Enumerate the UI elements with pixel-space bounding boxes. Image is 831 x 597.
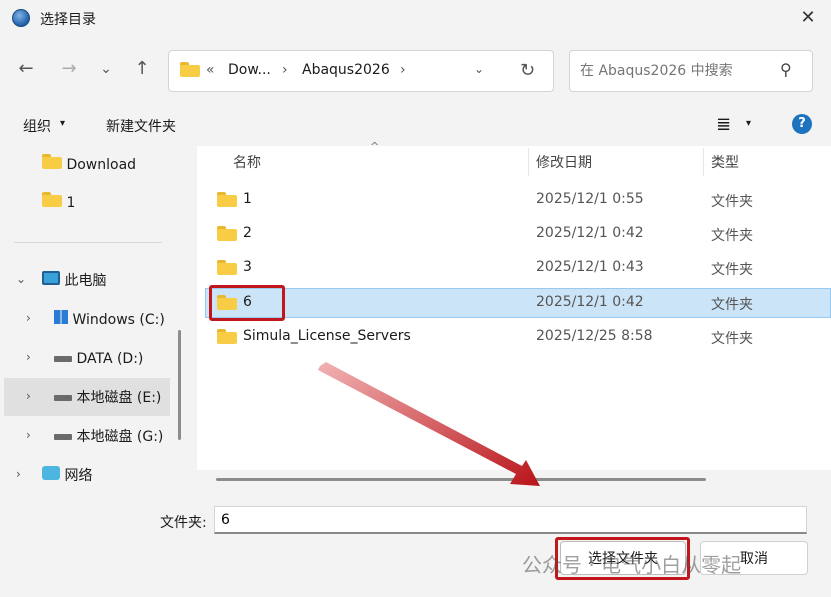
watermark: 公众号 · 电气小白从零起 [522,553,742,577]
annotation-arrow [318,362,540,486]
